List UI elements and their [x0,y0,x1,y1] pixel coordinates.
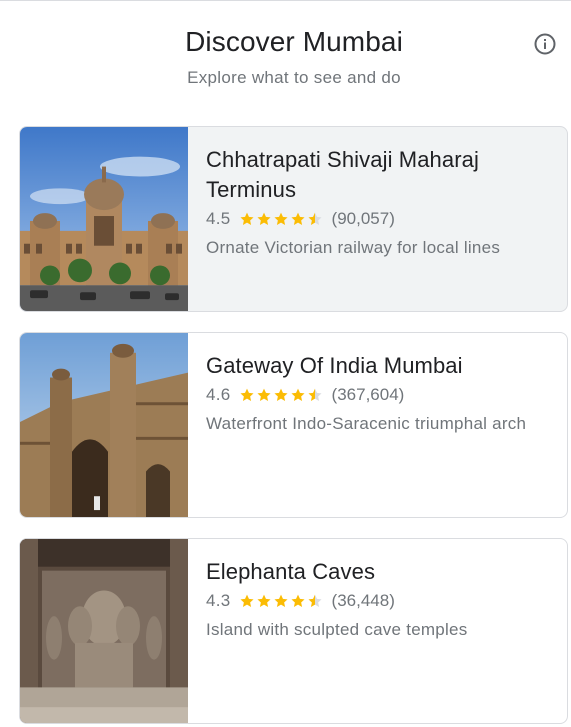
place-description: Island with sculpted cave temples [206,620,468,639]
star-rating [239,593,324,609]
review-count: (90,057) [331,209,395,228]
place-info: Elephanta Caves 4.3 (36,448) Island with… [206,539,557,640]
rating-row: 4.3 (36,448) [206,591,557,611]
star-full-icon [240,212,254,225]
star-rating [239,211,324,227]
place-photo-gateway [20,333,188,517]
place-description: Waterfront Indo-Saracenic triumphal arch [206,414,527,433]
review-count: (36,448) [331,591,395,610]
star-full-icon [291,594,305,607]
star-full-icon [291,212,305,225]
header: Discover Mumbai Explore what to see and … [0,0,571,110]
star-full-icon [240,594,254,607]
place-photo-elephanta [20,539,188,723]
star-full-icon [274,388,288,401]
page-subtitle: Explore what to see and do [187,68,401,87]
star-full-icon [274,212,288,225]
place-card-csmt[interactable]: Chhatrapati Shivaji Maharaj Terminus 4.5… [19,126,568,312]
place-info: Chhatrapati Shivaji Maharaj Terminus 4.5… [206,127,557,258]
place-name: Gateway Of India Mumbai [206,353,463,378]
star-full-icon [274,594,288,607]
place-info: Gateway Of India Mumbai 4.6 (367,604) Wa… [206,333,557,434]
rating-row: 4.5 (90,057) [206,209,557,229]
place-card-gateway[interactable]: Gateway Of India Mumbai 4.6 (367,604) Wa… [19,332,568,518]
star-full-icon [257,388,271,401]
place-name: Elephanta Caves [206,559,376,584]
rating-value: 4.6 [206,385,231,404]
place-photo-csmt [20,127,188,311]
star-rating [239,387,324,403]
review-count: (367,604) [331,385,405,404]
rating-value: 4.3 [206,591,231,610]
info-icon [534,33,556,55]
star-full-icon [257,212,271,225]
place-card-elephanta[interactable]: Elephanta Caves 4.3 (36,448) Island with… [19,538,568,724]
rating-row: 4.6 (367,604) [206,385,557,405]
star-half-icon [308,388,322,401]
star-full-icon [291,388,305,401]
info-button[interactable] [532,31,558,57]
place-name: Chhatrapati Shivaji Maharaj Terminus [206,147,479,202]
place-description: Ornate Victorian railway for local lines [206,238,501,257]
star-full-icon [240,388,254,401]
star-full-icon [257,594,271,607]
star-half-icon [308,594,322,607]
rating-value: 4.5 [206,209,231,228]
star-half-icon [308,212,322,225]
page-title: Discover Mumbai [185,26,403,57]
